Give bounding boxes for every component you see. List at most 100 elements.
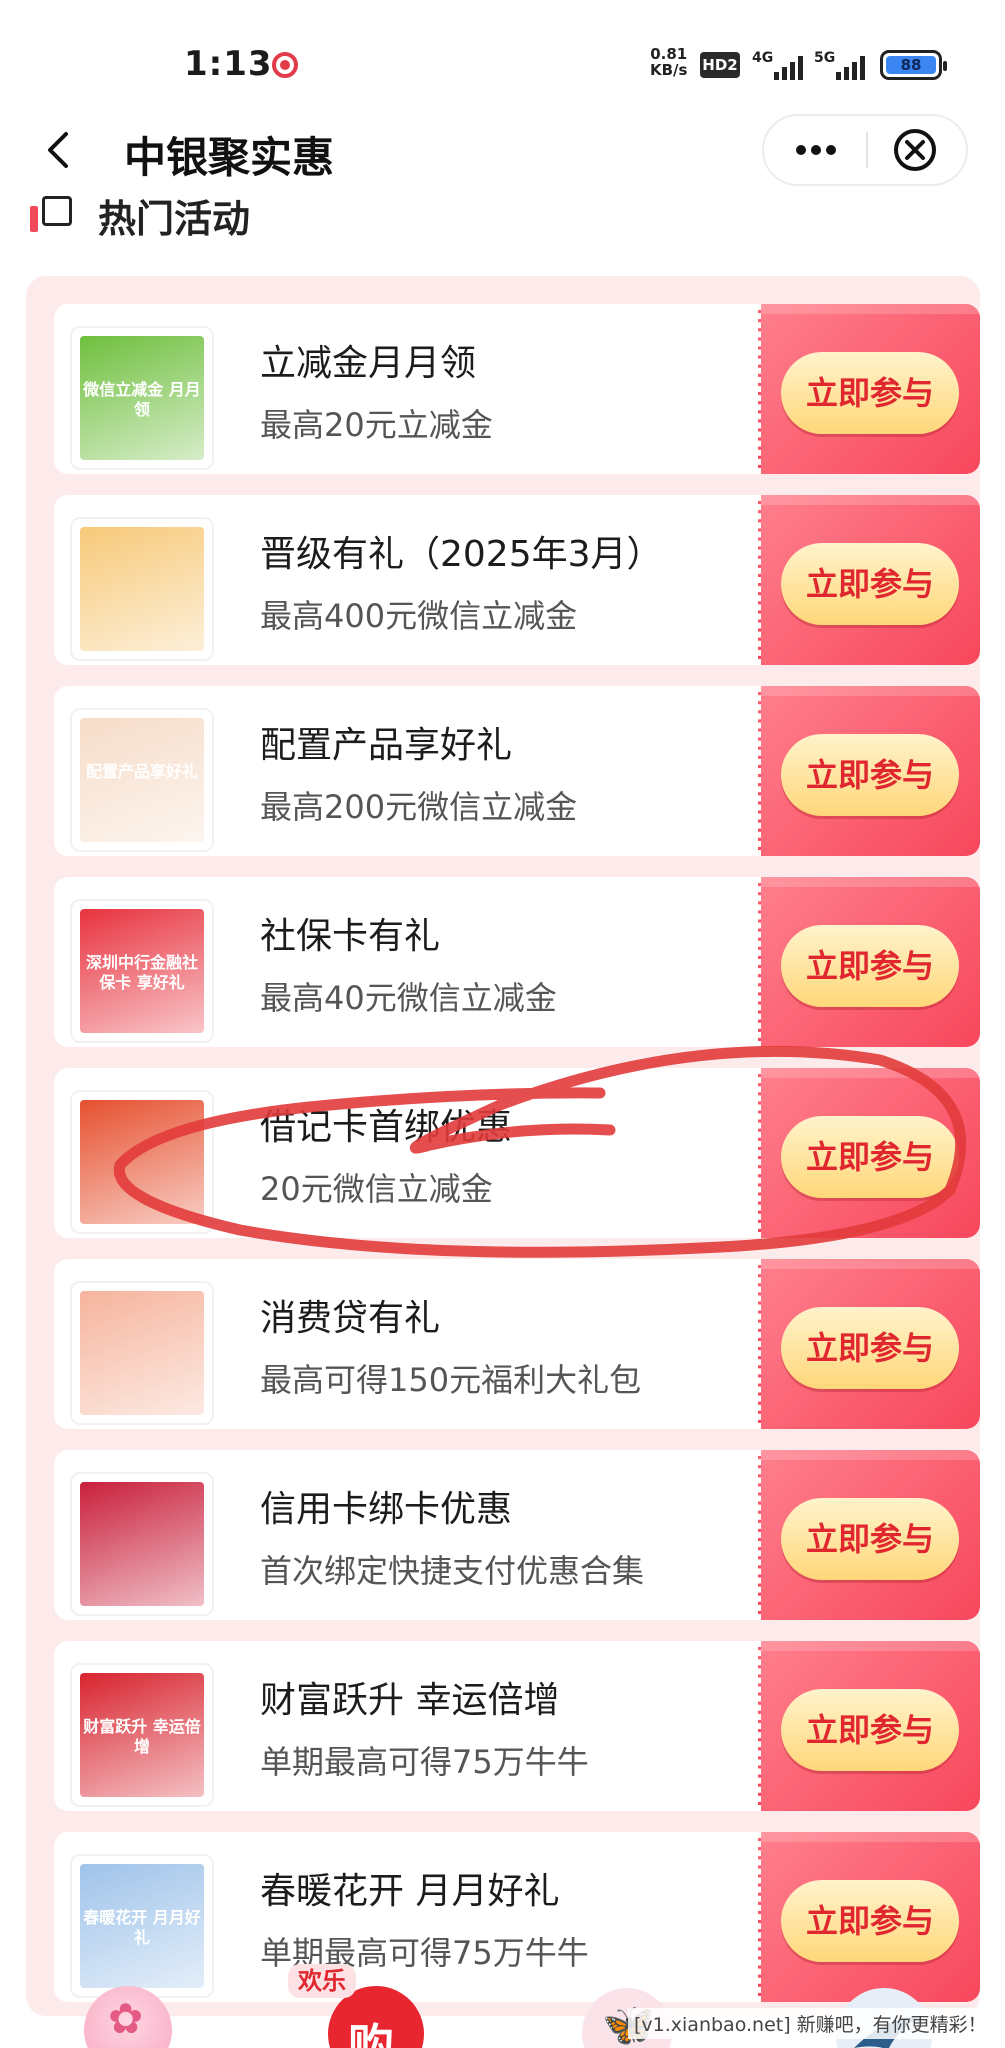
activity-card-body[interactable]: 消费贷有礼最高可得150元福利大礼包 — [54, 1259, 758, 1429]
activity-card[interactable]: 信用卡绑卡优惠 首次绑定快捷支付优惠合集 立即参与 — [54, 1450, 980, 1620]
join-button[interactable]: 立即参与 — [781, 1880, 959, 1962]
activity-card[interactable]: 春暖花开 月月好礼 春暖花开 月月好礼 单期最高可得75万牛牛 立即参与 — [54, 1832, 980, 2002]
activity-card[interactable]: 配置产品享好礼 配置产品享好礼 最高200元微信立减金 立即参与 — [54, 686, 980, 856]
activity-thumbnail — [70, 1090, 214, 1234]
activity-card-body[interactable]: 晋级有礼（2025年3月） 最高400元微信立减金 — [54, 495, 758, 665]
activity-card[interactable]: 财富跃升 幸运倍增 财富跃升 幸运倍增 单期最高可得75万牛牛 立即参与 — [54, 1641, 980, 1811]
activity-thumbnail — [70, 1472, 214, 1616]
activity-card-body[interactable]: 深圳中行金融社保卡 享好礼 社保卡有礼最高40元微信立减金 — [54, 877, 758, 1047]
activity-ticket-stub: 立即参与 — [758, 877, 980, 1047]
activity-thumbnail: 微信立减金 月月领 — [70, 326, 214, 470]
activity-thumbnail-art — [80, 1100, 204, 1224]
activity-subtitle: 最高200元微信立减金 — [260, 788, 578, 826]
activity-thumbnail: 深圳中行金融社保卡 享好礼 — [70, 899, 214, 1043]
activity-title: 晋级有礼（2025年3月） — [260, 534, 663, 575]
activity-thumbnail-text: 微信立减金 月月领 — [83, 380, 201, 419]
activity-card-body[interactable]: 信用卡绑卡优惠首次绑定快捷支付优惠合集 — [54, 1450, 758, 1620]
section-heading: 热门活动 — [28, 186, 628, 236]
activity-thumbnail-art: 财富跃升 幸运倍增 — [80, 1673, 204, 1797]
activity-thumbnail-art — [80, 1291, 204, 1415]
signal-4g-label: 4G — [752, 50, 774, 66]
activity-card[interactable]: 消费贷有礼 最高可得150元福利大礼包 立即参与 — [54, 1259, 980, 1429]
activity-title: 春暖花开 月月好礼 — [260, 1871, 560, 1912]
activity-title: 立减金月月领 — [260, 343, 477, 384]
activity-ticket-stub: 立即参与 — [758, 1450, 980, 1620]
activity-title: 财富跃升 幸运倍增 — [260, 1680, 560, 1721]
tab-flower-icon[interactable] — [84, 1986, 172, 2048]
join-button[interactable]: 立即参与 — [781, 1498, 959, 1580]
activity-thumbnail-art — [80, 1482, 204, 1606]
join-button[interactable]: 立即参与 — [781, 1116, 959, 1198]
activity-card-body[interactable]: 配置产品享好礼 配置产品享好礼 最高200元微信立减金 — [54, 686, 758, 856]
activity-thumbnail-text: 春暖花开 月月好礼 — [83, 1908, 201, 1947]
activity-ticket-stub: 立即参与 — [758, 1832, 980, 2002]
activity-subtitle: 最高400元微信立减金 — [260, 597, 578, 635]
activity-subtitle: 20元微信立减金 — [260, 1170, 493, 1208]
activity-thumbnail-text: 配置产品享好礼 — [85, 762, 198, 781]
activity-card[interactable]: 微信立减金 月月领 立减金月月领 最高20元立减金 立即参与 — [54, 304, 980, 474]
activity-card[interactable]: 晋级有礼（2025年3月） 最高400元微信立减金 立即参与 — [54, 495, 980, 665]
close-button[interactable] — [868, 116, 966, 184]
activity-thumbnail-art: 春暖花开 月月好礼 — [80, 1864, 204, 1988]
activity-thumbnail: 春暖花开 月月好礼 — [70, 1854, 214, 1998]
activity-ticket-stub: 立即参与 — [758, 495, 980, 665]
join-button[interactable]: 立即参与 — [781, 1307, 959, 1389]
join-button[interactable]: 立即参与 — [781, 352, 959, 434]
activity-subtitle: 首次绑定快捷支付优惠合集 — [260, 1552, 645, 1590]
activity-thumbnail — [70, 1281, 214, 1425]
activity-ticket-stub: 立即参与 — [758, 1068, 980, 1238]
activity-thumbnail-art — [80, 527, 204, 651]
status-time: 1:13 — [184, 44, 273, 84]
activity-subtitle: 单期最高可得75万牛牛 — [260, 1743, 589, 1781]
network-speed-value: 0.81 — [650, 45, 688, 63]
nav-bar: 中银聚实惠 — [0, 100, 1005, 200]
activity-title: 消费贷有礼 — [260, 1298, 441, 1339]
activity-ticket-stub: 立即参与 — [758, 304, 980, 474]
status-bar: 1:13 0.81 KB/s HD2 4G 5G 88 — [0, 0, 1005, 110]
network-speed-unit: KB/s — [650, 61, 688, 79]
close-icon — [894, 129, 936, 171]
activity-thumbnail-art: 深圳中行金融社保卡 享好礼 — [80, 909, 204, 1033]
activity-title: 信用卡绑卡优惠 — [260, 1489, 513, 1530]
activity-subtitle: 最高可得150元福利大礼包 — [260, 1361, 642, 1399]
more-button[interactable] — [764, 116, 867, 184]
activity-card-body[interactable]: 借记卡首绑优惠 20元微信立减金 — [54, 1068, 758, 1238]
activity-list: 微信立减金 月月领 立减金月月领 最高20元立减金 立即参与 晋级有礼（2025年3月）… — [26, 276, 980, 2016]
watermark: [v1.xianbao.net] 新赚吧，有你更精彩！ — [628, 2008, 993, 2039]
join-button[interactable]: 立即参与 — [781, 1689, 959, 1771]
activity-thumbnail-art: 配置产品享好礼 — [80, 718, 204, 842]
section-heading-text: 热门活动 — [98, 197, 251, 236]
activity-thumbnail: 配置产品享好礼 — [70, 708, 214, 852]
activity-ticket-stub: 立即参与 — [758, 686, 980, 856]
activity-title: 社保卡有礼 — [260, 916, 441, 957]
join-button[interactable]: 立即参与 — [781, 734, 959, 816]
more-icon — [796, 145, 836, 155]
activity-subtitle: 最高20元立减金 — [260, 406, 493, 444]
activity-ticket-stub: 立即参与 — [758, 1259, 980, 1429]
activity-card[interactable]: 深圳中行金融社保卡 享好礼 社保卡有礼最高40元微信立减金 立即参与 — [54, 877, 980, 1047]
section-icon — [42, 196, 72, 226]
page-title: 中银聚实惠 — [124, 133, 335, 182]
activity-thumbnail — [70, 517, 214, 661]
activity-ticket-stub: 立即参与 — [758, 1641, 980, 1811]
activity-subtitle: 最高40元微信立减金 — [260, 979, 557, 1017]
activity-card-body[interactable]: 财富跃升 幸运倍增 财富跃升 幸运倍增 单期最高可得75万牛牛 — [54, 1641, 758, 1811]
section-accent-bar — [30, 206, 38, 232]
activity-card-body[interactable]: 春暖花开 月月好礼 春暖花开 月月好礼 单期最高可得75万牛牛 — [54, 1832, 758, 2002]
activity-thumbnail-text: 财富跃升 幸运倍增 — [83, 1717, 201, 1756]
tab-badge: 欢乐 — [288, 1964, 356, 1998]
back-icon[interactable] — [36, 126, 84, 174]
activity-title: 配置产品享好礼 — [260, 725, 513, 766]
activity-card-body[interactable]: 微信立减金 月月领 立减金月月领 最高20元立减金 — [54, 304, 758, 474]
battery-icon: 88 — [880, 50, 947, 80]
join-button[interactable]: 立即参与 — [781, 925, 959, 1007]
activity-thumbnail-art: 微信立减金 月月领 — [80, 336, 204, 460]
activity-card[interactable]: 借记卡首绑优惠 20元微信立减金 立即参与 — [54, 1068, 980, 1238]
network-speed: 0.81 KB/s — [650, 46, 687, 78]
activity-title: 借记卡首绑优惠 — [260, 1107, 513, 1148]
activity-thumbnail-text: 深圳中行金融社保卡 享好礼 — [85, 953, 198, 992]
battery-level: 88 — [886, 56, 936, 74]
mini-program-capsule — [762, 114, 968, 186]
tab-shop-glyph: 购 — [348, 2019, 394, 2048]
join-button[interactable]: 立即参与 — [781, 543, 959, 625]
